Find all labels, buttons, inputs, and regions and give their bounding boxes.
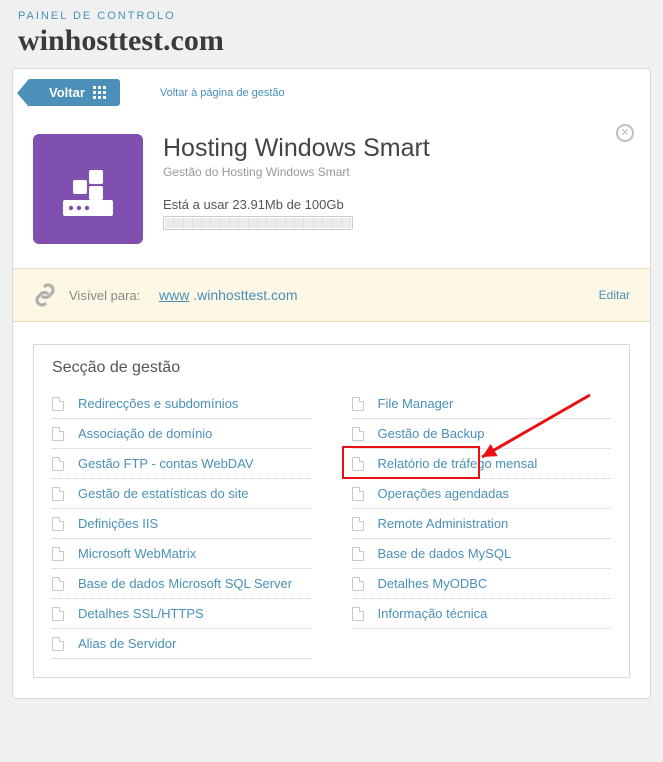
document-icon [52, 547, 64, 561]
mgmt-item-right-0[interactable]: File Manager [352, 389, 612, 419]
mgmt-link[interactable]: Gestão de Backup [378, 426, 485, 441]
mgmt-link[interactable]: Alias de Servidor [78, 636, 176, 651]
visible-for-bar: Visível para: www .winhosttest.com Edita… [13, 268, 650, 322]
document-icon [52, 427, 64, 441]
mgmt-item-left-2[interactable]: Gestão FTP - contas WebDAV [52, 449, 312, 479]
usage-progress-bar [163, 216, 353, 230]
link-icon [33, 283, 57, 307]
page-title: winhosttest.com [0, 24, 663, 68]
edit-link[interactable]: Editar [599, 288, 630, 302]
management-title: Secção de gestão [52, 359, 611, 377]
document-icon [352, 577, 364, 591]
back-button[interactable]: Voltar [27, 79, 120, 106]
document-icon [352, 547, 364, 561]
breadcrumb: PAINEL DE CONTROLO [0, 0, 663, 24]
document-icon [52, 517, 64, 531]
visible-label: Visível para: [69, 288, 159, 303]
mgmt-item-right-6[interactable]: Detalhes MyODBC [352, 569, 612, 599]
mgmt-item-left-0[interactable]: Redirecções e subdomínios [52, 389, 312, 419]
document-icon [52, 457, 64, 471]
document-icon [352, 607, 364, 621]
document-icon [52, 577, 64, 591]
hosting-subtitle: Gestão do Hosting Windows Smart [163, 165, 630, 179]
mgmt-link[interactable]: Remote Administration [378, 516, 509, 531]
main-panel: Voltar Voltar à página de gestão ✕ [12, 68, 651, 699]
mgmt-link[interactable]: File Manager [378, 396, 454, 411]
mgmt-item-right-4[interactable]: Remote Administration [352, 509, 612, 539]
mgmt-link[interactable]: Gestão FTP - contas WebDAV [78, 456, 254, 471]
management-section: Secção de gestão Redirecções e subdomíni… [33, 344, 630, 678]
mgmt-link[interactable]: Detalhes MyODBC [378, 576, 488, 591]
mgmt-item-right-1[interactable]: Gestão de Backup [352, 419, 612, 449]
management-col-left: Redirecções e subdomínios Associação de d… [52, 389, 312, 659]
hosting-product-icon [33, 134, 143, 244]
grid-icon [93, 86, 106, 99]
back-to-management-link[interactable]: Voltar à página de gestão [160, 87, 285, 99]
mgmt-link[interactable]: Gestão de estatísticas do site [78, 486, 249, 501]
document-icon [352, 397, 364, 411]
mgmt-item-left-4[interactable]: Definições IIS [52, 509, 312, 539]
mgmt-link[interactable]: Relatório de tráfego mensal [378, 456, 538, 471]
document-icon [352, 517, 364, 531]
management-col-right: File Manager Gestão de Backup Relatório de… [352, 389, 612, 659]
mgmt-item-left-6[interactable]: Base de dados Microsoft SQL Server [52, 569, 312, 599]
document-icon [52, 637, 64, 651]
usage-text: Está a usar 23.91Mb de 100Gb [163, 197, 630, 212]
close-icon[interactable]: ✕ [616, 124, 634, 142]
document-icon [52, 607, 64, 621]
document-icon [352, 457, 364, 471]
hosting-title: Hosting Windows Smart [163, 134, 630, 163]
mgmt-link[interactable]: Microsoft WebMatrix [78, 546, 196, 561]
mgmt-item-left-3[interactable]: Gestão de estatísticas do site [52, 479, 312, 509]
mgmt-item-right-5[interactable]: Base de dados MySQL [352, 539, 612, 569]
mgmt-item-left-7[interactable]: Detalhes SSL/HTTPS [52, 599, 312, 629]
mgmt-link[interactable]: Associação de domínio [78, 426, 212, 441]
mgmt-item-left-1[interactable]: Associação de domínio [52, 419, 312, 449]
mgmt-link[interactable]: Detalhes SSL/HTTPS [78, 606, 204, 621]
document-icon [352, 427, 364, 441]
hosting-header: ✕ Hosting Windows Smart Gestão do Hostin… [13, 116, 650, 268]
mgmt-link[interactable]: Definições IIS [78, 516, 158, 531]
document-icon [52, 397, 64, 411]
mgmt-item-right-7[interactable]: Informação técnica [352, 599, 612, 629]
document-icon [352, 487, 364, 501]
visible-url[interactable]: www .winhosttest.com [159, 287, 298, 303]
back-label: Voltar [49, 85, 85, 100]
mgmt-item-right-2[interactable]: Relatório de tráfego mensal [352, 449, 612, 479]
mgmt-item-right-3[interactable]: Operações agendadas [352, 479, 612, 509]
mgmt-link[interactable]: Operações agendadas [378, 486, 510, 501]
mgmt-link[interactable]: Redirecções e subdomínios [78, 396, 238, 411]
document-icon [52, 487, 64, 501]
mgmt-link[interactable]: Informação técnica [378, 606, 488, 621]
top-bar: Voltar Voltar à página de gestão [13, 69, 650, 116]
mgmt-item-left-5[interactable]: Microsoft WebMatrix [52, 539, 312, 569]
mgmt-link[interactable]: Base de dados Microsoft SQL Server [78, 576, 292, 591]
mgmt-link[interactable]: Base de dados MySQL [378, 546, 512, 561]
mgmt-item-left-8[interactable]: Alias de Servidor [52, 629, 312, 659]
